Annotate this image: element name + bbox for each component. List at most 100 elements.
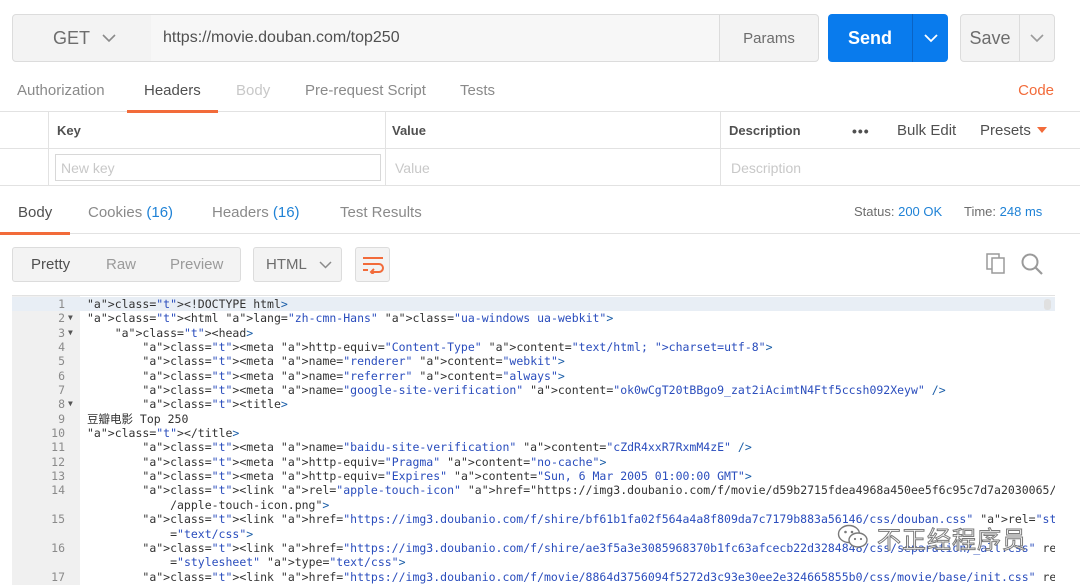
fold-arrow-icon[interactable]: ▼	[68, 311, 73, 325]
headers-count: (16)	[272, 204, 300, 221]
code-text: /apple-touch-icon.png">	[87, 497, 330, 512]
presets-dropdown[interactable]: Presets	[980, 112, 1047, 149]
code-text: "a">class="t"><meta "a">http-equiv="Cont…	[142, 340, 773, 355]
line-number: 17	[51, 569, 65, 584]
line-number: 2	[58, 311, 65, 326]
column-divider	[48, 149, 49, 186]
code-text: "a">class="t"><meta "a">http-equiv="Prag…	[142, 454, 607, 469]
line-number: 12	[51, 454, 65, 469]
fold-arrow-icon[interactable]: ▼	[68, 397, 73, 411]
code-line: 8 ▼ "a">class="t"><title>	[12, 397, 1055, 411]
status-value: 200 OK	[898, 204, 943, 219]
line-number: 16	[51, 540, 65, 555]
tab-test-results[interactable]: Test Results	[340, 192, 422, 234]
tab-prerequest-script[interactable]: Pre-request Script	[305, 70, 426, 112]
code-text: "a">class="t"><meta "a">name="referrer" …	[142, 368, 565, 383]
copy-icon[interactable]	[986, 253, 1006, 275]
code-line: 14 "a">class="t"><link "a">rel="apple-to…	[12, 483, 1055, 497]
code-line: 6 "a">class="t"><meta "a">name="referrer…	[12, 369, 1055, 383]
mode-pretty[interactable]: Pretty	[31, 256, 70, 273]
save-label: Save	[969, 27, 1011, 48]
code-line: ="stylesheet" "a">type="text/css">	[12, 555, 1055, 569]
format-label: HTML	[266, 256, 307, 273]
url-input[interactable]: https://movie.douban.com/top250	[151, 14, 721, 62]
url-text: https://movie.douban.com/top250	[163, 29, 400, 46]
method-select[interactable]: GET	[12, 14, 152, 62]
wrap-lines-button[interactable]	[355, 247, 390, 282]
tab-authorization[interactable]: Authorization	[17, 70, 105, 112]
status-label: Status:	[854, 204, 895, 219]
code-line: 10 "a">class="t"></title>	[12, 426, 1055, 440]
new-key-input[interactable]: New key	[55, 154, 381, 181]
code-text: "a">class="t"><meta "a">name="google-sit…	[142, 383, 946, 398]
tab-headers-label: Headers	[212, 204, 269, 221]
code-text: "a">class="t"></title>	[87, 426, 240, 441]
cookies-count: (16)	[146, 204, 174, 221]
view-mode-switch: Pretty Raw Preview	[12, 247, 241, 282]
send-button[interactable]: Send	[828, 14, 948, 62]
code-line: 11 "a">class="t"><meta "a">name="baidu-s…	[12, 440, 1055, 454]
line-number: 6	[58, 368, 65, 383]
tab-body[interactable]: Body	[236, 70, 270, 112]
code-line: /apple-touch-icon.png">	[12, 498, 1055, 512]
column-divider	[385, 149, 386, 186]
headers-table-row: New key Value Description	[0, 149, 1080, 186]
code-line: 5 "a">class="t"><meta "a">name="renderer…	[12, 354, 1055, 368]
line-number: 3	[58, 325, 65, 340]
code-line: 17 "a">class="t"><link "a">href="https:/…	[12, 570, 1055, 584]
request-bar: GET https://movie.douban.com/top250 Para…	[12, 14, 1055, 62]
search-icon[interactable]	[1020, 252, 1044, 276]
code-line: 1 "a">class="t"><!DOCTYPE html>	[12, 297, 1055, 312]
code-text: "a">class="t"><head>	[114, 325, 254, 340]
code-text: "a">class="t"><link "a">rel="apple-touch…	[142, 483, 1055, 498]
time-label: Time:	[964, 204, 997, 219]
chevron-down-icon	[102, 33, 116, 42]
tab-response-body[interactable]: Body	[0, 192, 71, 235]
request-tabs: Authorization Headers Body Pre-request S…	[0, 70, 1080, 113]
line-number: 5	[58, 354, 65, 369]
send-dropdown[interactable]	[913, 33, 948, 43]
watermark-text: 不正经程序员	[877, 525, 1027, 554]
code-line: 9 豆瓣电影 Top 250	[12, 412, 1055, 426]
bulk-edit-link[interactable]: Bulk Edit	[897, 112, 956, 149]
headers-table-header: Key Value Description ••• Bulk Edit Pres…	[0, 112, 1080, 149]
column-divider	[720, 149, 721, 186]
mode-preview[interactable]: Preview	[170, 256, 223, 273]
line-number: 9	[58, 411, 65, 426]
code-text: "a">class="t"><meta "a">name="renderer" …	[142, 354, 565, 369]
line-number: 4	[58, 340, 65, 355]
column-divider	[720, 112, 721, 149]
tab-cookies-label: Cookies	[88, 204, 143, 221]
tab-response-headers[interactable]: Headers (16)	[212, 192, 300, 234]
format-select[interactable]: HTML	[253, 247, 342, 282]
tab-headers[interactable]: Headers	[127, 70, 218, 113]
code-text: "a">class="t"><html "a">lang="zh-cmn-Han…	[87, 311, 614, 326]
line-number: 13	[51, 469, 65, 484]
column-value: Value	[392, 123, 426, 138]
line-number: 10	[51, 426, 65, 441]
params-button[interactable]: Params	[719, 14, 819, 62]
code-line: 3 ▼ "a">class="t"><head>	[12, 326, 1055, 340]
code-line: 2 ▼ "a">class="t"><html "a">lang="zh-cmn-H…	[12, 311, 1055, 325]
save-button[interactable]: Save	[960, 14, 1055, 62]
code-text: "a">class="t"><!DOCTYPE html>	[87, 297, 288, 311]
code-text: "a">class="t"><meta "a">name="baidu-site…	[142, 440, 752, 455]
code-link[interactable]: Code	[1018, 82, 1054, 99]
time-value: 248 ms	[999, 204, 1043, 219]
scrollbar-thumb[interactable]	[1044, 299, 1051, 310]
code-text: ="text/css">	[87, 526, 254, 541]
description-input[interactable]: Description	[731, 149, 801, 186]
more-options-icon[interactable]: •••	[852, 112, 870, 149]
tab-cookies[interactable]: Cookies (16)	[88, 192, 173, 234]
presets-label: Presets	[980, 122, 1031, 139]
params-label: Params	[743, 29, 795, 47]
save-dropdown[interactable]	[1020, 33, 1054, 43]
line-number: 8	[58, 397, 65, 412]
tab-tests[interactable]: Tests	[460, 70, 495, 112]
code-line: 7 "a">class="t"><meta "a">name="google-s…	[12, 383, 1055, 397]
value-input[interactable]: Value	[395, 149, 430, 186]
fold-arrow-icon[interactable]: ▼	[68, 326, 73, 340]
column-key: Key	[57, 123, 81, 138]
mode-raw[interactable]: Raw	[106, 256, 136, 273]
code-text: ="stylesheet" "a">type="text/css">	[87, 555, 406, 570]
